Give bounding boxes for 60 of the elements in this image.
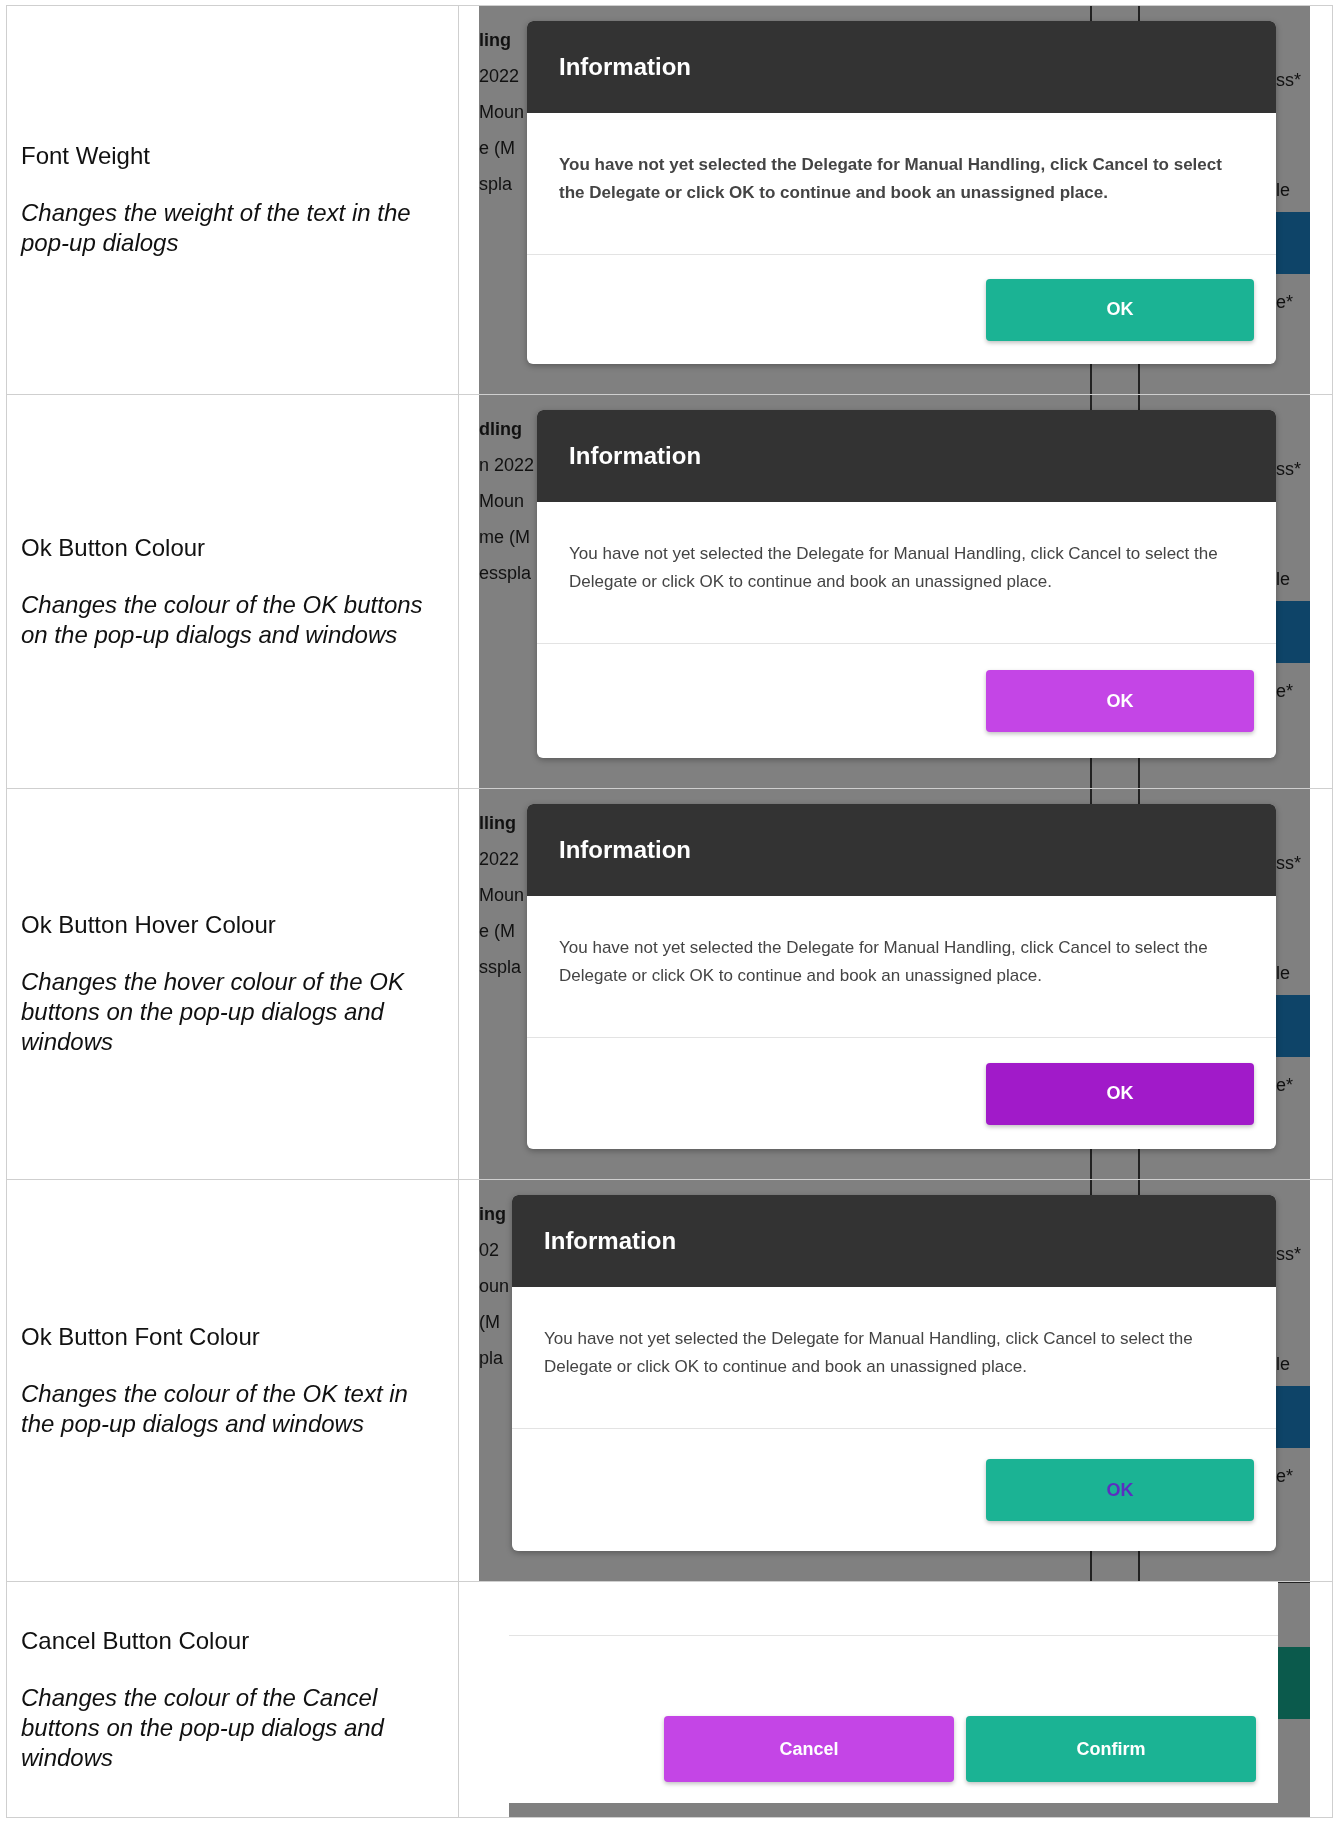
setting-name: Cancel Button Colour (21, 1626, 251, 1655)
background-text: (M (479, 1311, 501, 1334)
background-text: dling (479, 418, 523, 441)
background-text: ling (479, 29, 512, 52)
background-text: le (1276, 1353, 1291, 1376)
background-text: ss* (1276, 852, 1302, 875)
background-text: e* (1276, 291, 1294, 314)
background-text: e (M (479, 137, 516, 160)
background-text: lling (479, 812, 517, 835)
background-text: spla (479, 173, 514, 196)
dialog-message: You have not yet selected the Delegate for Manual Handling, click Cancel to select the Delegate or click OK to continue and book an unassigned place. (569, 543, 1219, 593)
background-text: sspla (479, 956, 523, 979)
background-text: le (1276, 962, 1291, 985)
background-text: 02 (479, 1239, 501, 1262)
background-text: ing (479, 1203, 507, 1226)
background-text: e* (1276, 1465, 1294, 1488)
setting-name: Ok Button Colour (21, 533, 207, 562)
ok-button[interactable]: OK (986, 670, 1254, 732)
background-text: e* (1276, 680, 1294, 703)
background-button-edge (1276, 1386, 1310, 1448)
background-text: e* (1276, 1074, 1294, 1097)
setting-description: Changes the hover colour of the OK buttons on the pop-up dialogs and windows (21, 967, 406, 1057)
dialog-message: You have not yet selected the Delegate for Manual Handling, click Cancel to select the Delegate or click OK to continue and book an unassigned place. (544, 1328, 1194, 1378)
background-text: ss* (1276, 458, 1302, 481)
background-text: pla (479, 1347, 505, 1370)
background-button-edge (1276, 995, 1310, 1057)
background-text: Moun (479, 490, 526, 513)
background-text: ss* (1276, 1243, 1302, 1266)
confirm-button[interactable]: Confirm (966, 1716, 1256, 1782)
setting-name: Font Weight (21, 142, 151, 170)
background-text: le (1276, 568, 1291, 591)
background-text: 2022 (479, 65, 521, 88)
background-text: 2022 (479, 848, 521, 871)
dialog-message: You have not yet selected the Delegate for Manual Handling, click Cancel to select the Delegate or click OK to continue and book an unassigned place. (559, 937, 1209, 987)
background-text: Moun (479, 884, 525, 907)
background-text: e (M (479, 920, 516, 943)
ok-button[interactable]: OK (986, 1062, 1254, 1125)
background-text: Moun (479, 101, 525, 124)
background-button-edge (1276, 212, 1310, 274)
setting-description: Changes the weight of the text in the pop-up dialogs (21, 198, 412, 258)
dialog-title: Information (559, 836, 692, 864)
cancel-button[interactable]: Cancel (664, 1716, 954, 1782)
dialog-title: Information (544, 1227, 677, 1255)
background-text: n 2022 (479, 454, 535, 477)
setting-name: Ok Button Hover Colour (21, 911, 277, 939)
setting-name: Ok Button Font Colour (21, 1322, 261, 1351)
setting-description: Changes the colour of the Cancel buttons on the pop-up dialogs and windows (21, 1682, 386, 1773)
dialog-title: Information (569, 442, 702, 470)
background-text: le (1276, 179, 1291, 202)
background-text: esspla (479, 562, 533, 585)
background-text: me (M (479, 526, 531, 549)
background-button-edge (1276, 601, 1310, 663)
background-text: oun (479, 1275, 510, 1298)
dialog-message: You have not yet selected the Delegate for Manual Handling, click Cancel to select the Delegate or click OK to continue and book an unassigned place. (559, 154, 1223, 204)
setting-description: Changes the colour of the OK text in the pop-up dialogs and windows (21, 1378, 409, 1439)
ok-button[interactable]: OK (986, 278, 1254, 341)
setting-description: Changes the colour of the OK buttons on the pop-up dialogs and windows (21, 589, 424, 650)
background-text: ss* (1276, 69, 1302, 92)
dialog-title: Information (559, 53, 692, 81)
ok-button[interactable]: OK (986, 1459, 1254, 1521)
